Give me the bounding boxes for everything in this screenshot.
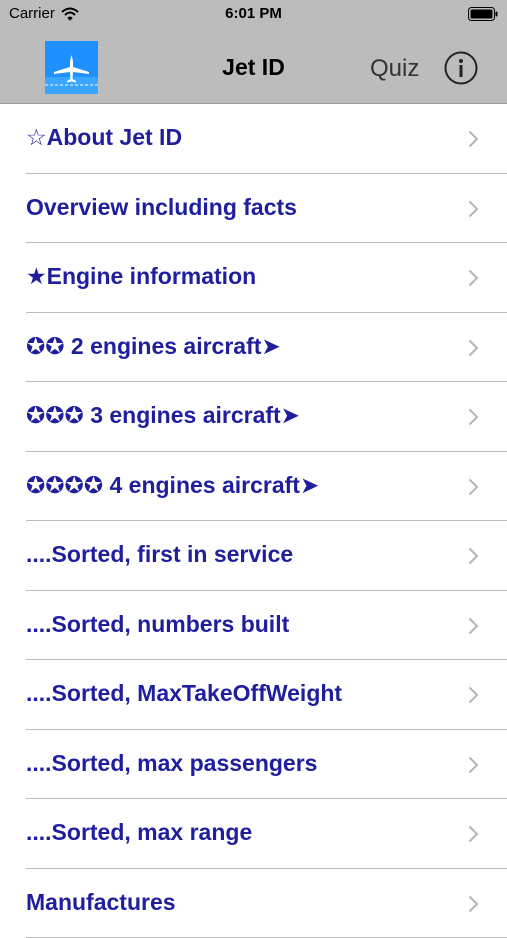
menu-item-about[interactable]: ☆About Jet ID bbox=[0, 104, 507, 174]
menu-item-engine-info[interactable]: ★Engine information bbox=[0, 243, 507, 313]
menu-item-label: ★Engine information bbox=[26, 263, 256, 290]
menu-item-overview[interactable]: Overview including facts bbox=[0, 174, 507, 244]
page-title: Jet ID bbox=[0, 54, 507, 81]
chevron-right-icon bbox=[468, 547, 479, 565]
menu-item-sorted-mtow[interactable]: ....Sorted, MaxTakeOffWeight bbox=[0, 660, 507, 730]
menu-item-label: ....Sorted, max passengers bbox=[26, 750, 317, 777]
chevron-right-icon bbox=[468, 200, 479, 218]
menu-item-3-engines[interactable]: ✪✪✪ 3 engines aircraft➤ bbox=[0, 382, 507, 452]
menu-item-label: ....Sorted, MaxTakeOffWeight bbox=[26, 680, 342, 707]
menu-item-label: ✪✪ 2 engines aircraft➤ bbox=[26, 333, 281, 360]
chevron-right-icon bbox=[468, 339, 479, 357]
chevron-right-icon bbox=[468, 686, 479, 704]
menu-item-label: ....Sorted, numbers built bbox=[26, 611, 289, 638]
menu-item-sorted-numbers-built[interactable]: ....Sorted, numbers built bbox=[0, 591, 507, 661]
menu-item-sorted-first-in-service[interactable]: ....Sorted, first in service bbox=[0, 521, 507, 591]
battery-icon bbox=[468, 7, 498, 21]
chevron-right-icon bbox=[468, 408, 479, 426]
menu-item-2-engines[interactable]: ✪✪ 2 engines aircraft➤ bbox=[0, 313, 507, 383]
quiz-button[interactable]: Quiz bbox=[370, 55, 419, 83]
menu-item-label: ✪✪✪✪ 4 engines aircraft➤ bbox=[26, 472, 319, 499]
menu-item-label: ☆About Jet ID bbox=[26, 124, 182, 151]
chevron-right-icon bbox=[468, 478, 479, 496]
chevron-right-icon bbox=[468, 269, 479, 287]
navigation-bar: Jet ID Quiz bbox=[0, 30, 507, 104]
chevron-right-icon bbox=[468, 895, 479, 913]
status-time: 6:01 PM bbox=[0, 5, 507, 22]
menu-item-sorted-max-passengers[interactable]: ....Sorted, max passengers bbox=[0, 730, 507, 800]
menu-item-label: Manufactures bbox=[26, 889, 176, 916]
menu-item-sorted-max-range[interactable]: ....Sorted, max range bbox=[0, 799, 507, 869]
chevron-right-icon bbox=[468, 130, 479, 148]
chevron-right-icon bbox=[468, 825, 479, 843]
info-circle-icon[interactable] bbox=[444, 51, 478, 85]
menu-list: ☆About Jet ID Overview including facts ★… bbox=[0, 104, 507, 938]
menu-item-label: Overview including facts bbox=[26, 194, 297, 221]
menu-item-label: ....Sorted, first in service bbox=[26, 541, 293, 568]
chevron-right-icon bbox=[468, 756, 479, 774]
status-bar: Carrier 6:01 PM bbox=[0, 0, 507, 30]
menu-item-manufactures[interactable]: Manufactures bbox=[0, 869, 507, 938]
menu-item-label: ✪✪✪ 3 engines aircraft➤ bbox=[26, 402, 300, 429]
chevron-right-icon bbox=[468, 617, 479, 635]
menu-item-4-engines[interactable]: ✪✪✪✪ 4 engines aircraft➤ bbox=[0, 452, 507, 522]
menu-item-label: ....Sorted, max range bbox=[26, 819, 252, 846]
